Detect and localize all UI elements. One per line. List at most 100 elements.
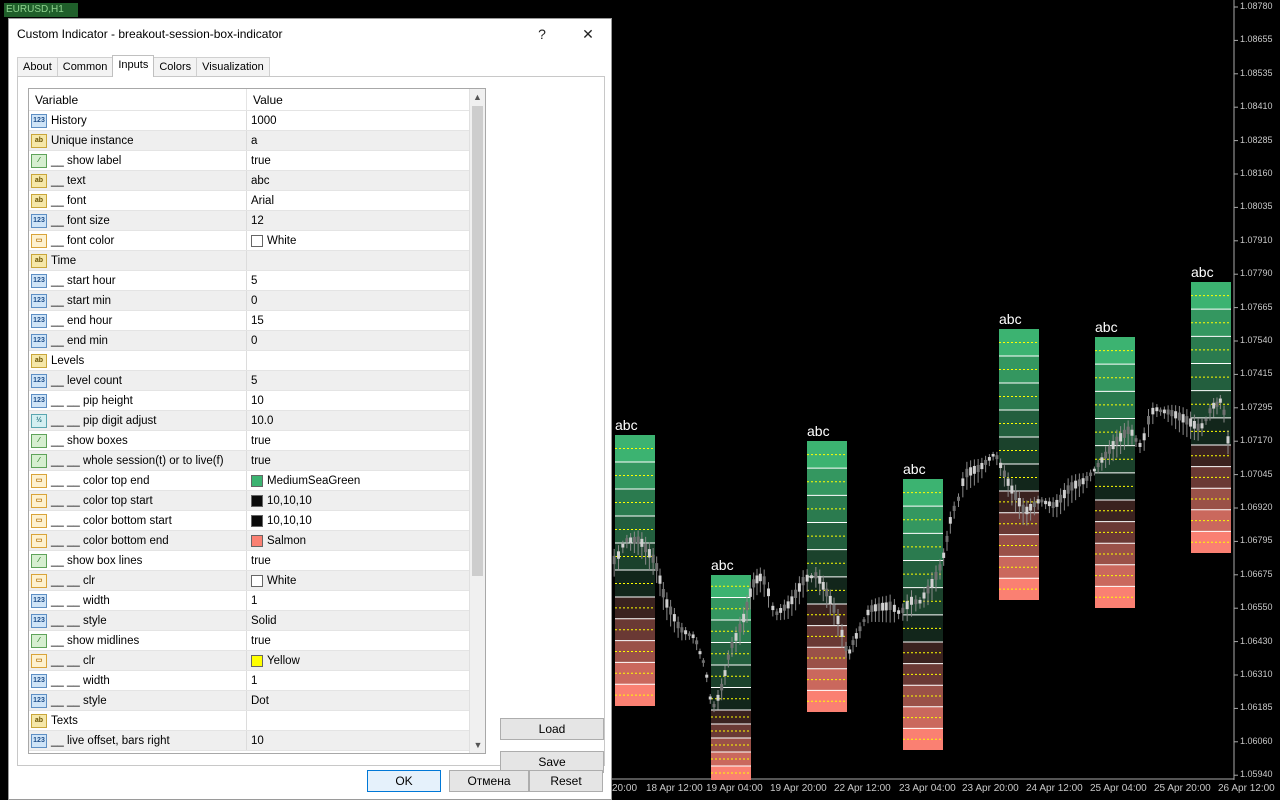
cancel-button[interactable]: Отмена	[449, 770, 529, 792]
close-icon[interactable]: ✕	[565, 19, 611, 49]
input-row[interactable]: ⁄ __ __ whole session(t) or to live(f) tru…	[29, 451, 485, 471]
candle-body	[1044, 500, 1048, 505]
input-row[interactable]: 123 __ end hour 15	[29, 311, 485, 331]
input-row[interactable]: ½ __ __ pip digit adjust 10.0	[29, 411, 485, 431]
input-row[interactable]: 123 __ __ style Solid	[29, 611, 485, 631]
input-row[interactable]: 123 __ level count 5	[29, 371, 485, 391]
input-row[interactable]: ▭ __ __ color top start 10,10,10	[29, 491, 485, 511]
input-row[interactable]: ▭ __ font color White	[29, 231, 485, 251]
input-variable-label: __ end min	[51, 334, 108, 347]
scroll-down-icon[interactable]: ▼	[470, 737, 485, 753]
reset-button[interactable]: Reset	[529, 770, 603, 792]
tab-visualization[interactable]: Visualization	[196, 57, 270, 77]
input-row[interactable]: ab Texts	[29, 711, 485, 731]
input-row[interactable]: ▭ __ __ clr White	[29, 571, 485, 591]
input-value[interactable]: 5	[247, 371, 485, 390]
input-value[interactable]	[247, 711, 485, 730]
input-value[interactable]: true	[247, 431, 485, 450]
input-row[interactable]: 123 __ __ style Dot	[29, 691, 485, 711]
input-variable-label: __ show midlines	[51, 634, 140, 647]
candle-body	[1174, 411, 1178, 419]
input-row[interactable]: 123 __ start min 0	[29, 291, 485, 311]
input-value[interactable]: MediumSeaGreen	[247, 471, 485, 490]
input-row[interactable]: 123 __ __ pip height 10	[29, 391, 485, 411]
input-row[interactable]: ab Levels	[29, 351, 485, 371]
input-value[interactable]: White	[247, 571, 485, 590]
ok-button[interactable]: OK	[367, 770, 441, 792]
input-value[interactable]: a	[247, 131, 485, 150]
candle-body	[991, 453, 995, 457]
input-value[interactable]: Salmon	[247, 531, 485, 550]
scroll-up-icon[interactable]: ▲	[470, 89, 485, 105]
candle-body	[945, 535, 949, 542]
input-row[interactable]: 123 __ live offset, bars right 10	[29, 731, 485, 751]
input-row[interactable]: ⁄ __ show midlines true	[29, 631, 485, 651]
input-row[interactable]: 123 __ __ width 1	[29, 591, 485, 611]
tab-about[interactable]: About	[17, 57, 58, 77]
help-button[interactable]: ?	[519, 19, 565, 49]
input-row[interactable]: 123 __ start hour 5	[29, 271, 485, 291]
input-value[interactable]: true	[247, 631, 485, 650]
column-header-value[interactable]: Value	[247, 89, 485, 110]
input-value[interactable]: 15	[247, 311, 485, 330]
input-row[interactable]: 123 __ end min 0	[29, 331, 485, 351]
input-row[interactable]: 123 __ font size 12	[29, 211, 485, 231]
tab-inputs[interactable]: Inputs	[112, 55, 155, 77]
str-type-icon: ab	[31, 253, 47, 268]
candle-body	[738, 623, 742, 633]
input-value[interactable]	[247, 251, 485, 270]
input-value[interactable]: 0	[247, 291, 485, 310]
input-value[interactable]: 10.0	[247, 411, 485, 430]
input-row[interactable]: ⁄ __ show label true	[29, 151, 485, 171]
tab-common[interactable]: Common	[56, 57, 114, 77]
candle-body	[930, 578, 934, 588]
input-value[interactable]: 10	[247, 731, 485, 750]
input-row[interactable]: ▭ __ __ color top end MediumSeaGreen	[29, 471, 485, 491]
input-variable: 123 __ start min	[29, 291, 247, 310]
column-header-variable[interactable]: Variable	[29, 89, 247, 110]
input-value[interactable]: 0	[247, 331, 485, 350]
input-row[interactable]: ▭ __ __ clr Yellow	[29, 651, 485, 671]
input-value[interactable]: Arial	[247, 191, 485, 210]
input-row[interactable]: ⁄ __ show boxes true	[29, 431, 485, 451]
input-value[interactable]: White	[247, 231, 485, 250]
input-row[interactable]: ▭ __ __ color bottom start 10,10,10	[29, 511, 485, 531]
input-row[interactable]: ab Time	[29, 251, 485, 271]
input-value[interactable]: Solid	[247, 611, 485, 630]
input-variable-label: __ __ color top end	[51, 474, 150, 487]
input-value[interactable]: 12	[247, 211, 485, 230]
input-row[interactable]: ab __ font Arial	[29, 191, 485, 211]
input-value[interactable]: Yellow	[247, 651, 485, 670]
color-type-icon: ▭	[31, 533, 47, 548]
input-value[interactable]: Dot	[247, 691, 485, 710]
input-value[interactable]: 10,10,10	[247, 491, 485, 510]
input-row[interactable]: 123 __ __ width 1	[29, 671, 485, 691]
input-value[interactable]: true	[247, 451, 485, 470]
input-value-text: Arial	[251, 194, 275, 207]
input-row[interactable]: ab __ text abc	[29, 171, 485, 191]
input-row[interactable]: ab Unique instance a	[29, 131, 485, 151]
input-value[interactable]: true	[247, 551, 485, 570]
tab-colors[interactable]: Colors	[153, 57, 198, 77]
input-row[interactable]: ⁄ __ show box lines true	[29, 551, 485, 571]
candle-body	[625, 538, 629, 543]
input-value[interactable]: 10,10,10	[247, 511, 485, 530]
scrollbar-thumb[interactable]	[472, 106, 483, 576]
input-value[interactable]: 5	[247, 271, 485, 290]
input-variable-label: __ __ pip digit adjust	[51, 414, 157, 427]
input-value[interactable]: true	[247, 151, 485, 170]
input-row[interactable]: ▭ __ __ color bottom end Salmon	[29, 531, 485, 551]
input-value[interactable]: 1	[247, 671, 485, 690]
input-row[interactable]: 123 History 1000	[29, 111, 485, 131]
grid-scrollbar[interactable]: ▲ ▼	[469, 89, 485, 753]
candle-body	[775, 611, 779, 615]
input-value[interactable]: 10	[247, 391, 485, 410]
color-type-icon: ▭	[31, 653, 47, 668]
candle-body	[726, 654, 730, 660]
candle-body	[1047, 501, 1051, 507]
input-value[interactable]: 1	[247, 591, 485, 610]
input-value[interactable]: abc	[247, 171, 485, 190]
load-button[interactable]: Load	[500, 718, 604, 740]
input-value[interactable]: 1000	[247, 111, 485, 130]
input-value[interactable]	[247, 351, 485, 370]
